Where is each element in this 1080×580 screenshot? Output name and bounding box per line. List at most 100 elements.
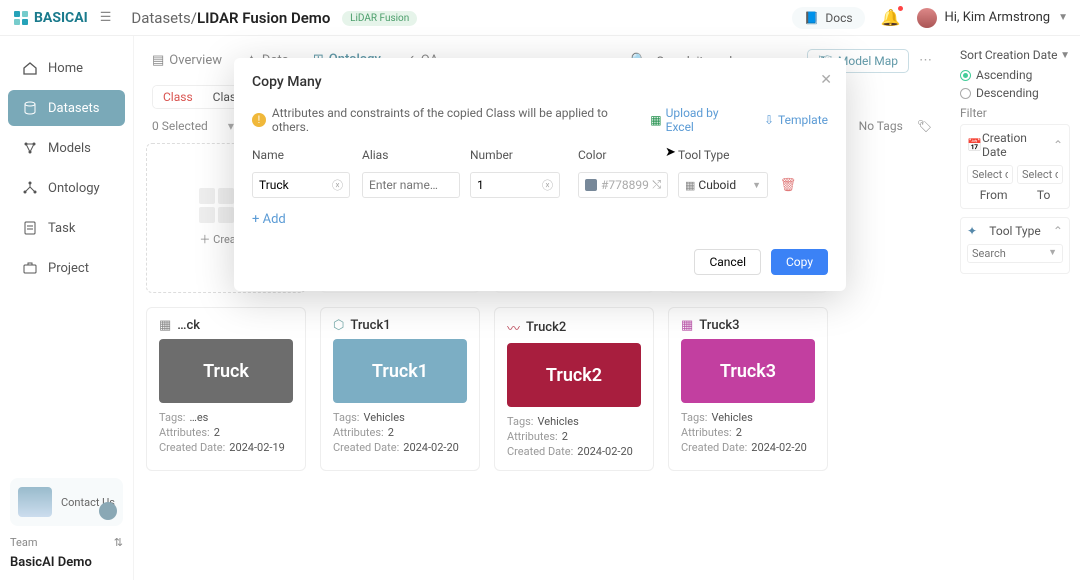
close-icon[interactable]: ✕ [820,72,832,88]
tab-overview[interactable]: ▤Overview [152,47,222,74]
docs-button[interactable]: 📘 Docs [792,7,864,29]
radio-ascending[interactable]: Ascending [960,68,1070,82]
radio-descending[interactable]: Descending [960,86,1070,100]
cuboid-icon: ▦ [681,318,693,333]
sidebar: Home Datasets Models Ontology Task Proje… [0,36,134,580]
card-thumb: Truck1 [333,339,467,403]
name-input[interactable] [259,178,332,192]
card-title-text: Truck3 [699,318,739,333]
card-thumb: Truck2 [507,343,641,407]
sort-label: Sort [960,48,982,62]
copy-button[interactable]: Copy [771,249,828,275]
no-tags-label[interactable]: No Tags [859,119,903,133]
nav-task[interactable]: Task [8,210,125,246]
color-field[interactable]: #778899⤭ [578,172,668,198]
download-icon: ⇩ [764,113,774,127]
plus-icon: ＋ [199,233,210,246]
card-title-text: Truck1 [350,318,390,333]
date-to-input[interactable] [1017,165,1063,184]
more-icon[interactable]: ⋯ [919,53,932,68]
model-map-label: Model Map [838,54,898,68]
ontology-icon [22,180,38,196]
template-link[interactable]: ⇩Template [764,106,828,134]
cuboid-icon: ▦ [685,179,695,192]
col-color: Color [578,148,678,162]
shuffle-icon[interactable]: ⤭ [652,178,661,192]
modal-table-head: Name Alias Number Color Tool Type [252,148,828,162]
logo[interactable]: BASICAI [12,9,88,27]
topbar: BASICAI ☰ Datasets/LIDAR Fusion Demo LiD… [0,0,1080,36]
radio-dot-icon [960,70,971,81]
number-input[interactable] [477,178,542,192]
class-card-truck[interactable]: ▦…ck Truck Tags:…es Attributes:2 Created… [146,307,306,471]
tag-icon[interactable]: 🏷 [917,119,932,133]
modal-title: Copy Many [252,74,828,90]
nav-models-label: Models [48,141,91,156]
nav-models[interactable]: Models [8,130,125,166]
name-field[interactable]: ⓧ [252,172,350,198]
radio-dot-icon [960,88,971,99]
avatar [917,8,937,28]
overview-icon: ▤ [152,53,164,68]
alias-input[interactable] [369,178,453,192]
user-menu[interactable]: Hi, Kim Armstrong ▼ [917,8,1069,28]
nav-ontology-label: Ontology [48,181,100,196]
clear-icon[interactable]: ⓧ [542,177,553,193]
class-card-truck2[interactable]: 〰Truck2 Truck2 Tags:Vehicles Attributes:… [494,307,654,471]
col-alias: Alias [362,148,470,162]
dataset-type-chip: LiDAR Fusion [342,11,417,26]
chevron-down-icon[interactable]: ▼ [1060,50,1070,61]
add-row-button[interactable]: + Add [252,212,828,227]
collapse-sidebar-icon[interactable]: ☰ [100,10,112,25]
contact-us-card[interactable]: Contact Us [10,478,123,526]
number-field[interactable]: ⓧ [470,172,560,198]
warning-text: Attributes and constraints of the copied… [272,106,644,134]
docs-label: Docs [825,11,852,25]
team-label: Team⇅ [10,536,123,549]
nav-task-label: Task [48,221,75,236]
brand-text: BASICAI [34,10,88,26]
breadcrumb: Datasets/LIDAR Fusion Demo LiDAR Fusion [131,9,417,27]
nav-home-label: Home [48,61,83,76]
filter-tool-label: Tool Type [989,224,1040,238]
cuboid-icon: ▦ [159,318,171,333]
filter-cd-label: Creation Date [982,131,1053,159]
greeting: Hi, Kim Armstrong [945,10,1051,25]
delete-row-icon[interactable]: 🗑 [778,178,798,193]
contact-illustration [18,487,52,517]
nav-ontology[interactable]: Ontology [8,170,125,206]
class-card-truck3[interactable]: ▦Truck3 Truck3 Tags:Vehicles Attributes:… [668,307,828,471]
card-title-text: …ck [177,318,200,333]
tool-type-select[interactable]: ▦ Cuboid▼ [678,172,768,198]
nav-datasets[interactable]: Datasets [8,90,125,126]
filter-creation-date: 📅Creation Date⌃ FromTo [960,124,1070,209]
polygon-icon: ⬡ [333,318,344,333]
logo-icon [12,9,30,27]
team-switch-icon[interactable]: ⇅ [114,536,123,549]
alias-field[interactable] [362,172,460,198]
datasets-icon [22,100,38,116]
breadcrumb-root[interactable]: Datasets [131,9,190,27]
polyline-icon: 〰 [507,318,520,337]
docs-icon: 📘 [804,11,819,25]
chevron-down-icon[interactable]: ▼ [1048,247,1057,258]
date-from-input[interactable] [967,165,1013,184]
nav-project[interactable]: Project [8,250,125,286]
home-icon [22,60,38,76]
sort-field[interactable]: Creation Date [985,48,1058,62]
team-name[interactable]: BasicAI Demo [10,555,123,570]
pill-class[interactable]: Class [153,86,203,108]
chevron-up-icon[interactable]: ⌃ [1053,224,1063,238]
selected-chevron-icon[interactable]: ▾ [228,119,234,133]
clear-icon[interactable]: ⓧ [332,177,343,193]
cancel-button[interactable]: Cancel [694,249,761,275]
breadcrumb-current: LIDAR Fusion Demo [197,9,330,27]
task-icon [22,220,38,236]
nav-datasets-label: Datasets [48,101,100,116]
warning-icon: ! [252,113,266,127]
upload-excel-link[interactable]: ▦Upload by Excel [650,106,748,134]
nav-home[interactable]: Home [8,50,125,86]
chevron-up-icon[interactable]: ⌃ [1053,138,1063,152]
class-card-truck1[interactable]: ⬡Truck1 Truck1 Tags:Vehicles Attributes:… [320,307,480,471]
notifications-icon[interactable]: 🔔 [881,8,901,27]
